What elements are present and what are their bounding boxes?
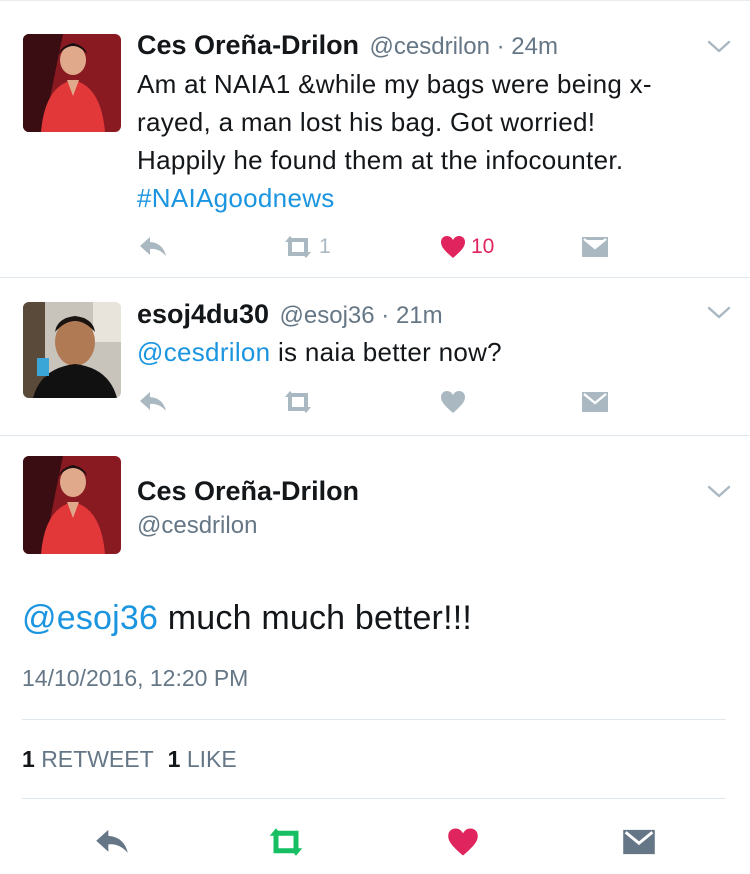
heart-icon bbox=[448, 828, 478, 856]
retweet-button[interactable] bbox=[282, 384, 314, 420]
chevron-down-icon[interactable] bbox=[706, 484, 732, 500]
username[interactable]: @esoj36 bbox=[280, 302, 375, 329]
envelope-icon bbox=[582, 392, 608, 412]
tweet-text-line: Am at NAIA1 &while my bags were being x- bbox=[137, 69, 652, 99]
direct-message-button[interactable] bbox=[622, 820, 656, 864]
tweet-text-body: is naia better now? bbox=[270, 337, 502, 367]
tweet-stats: 1 RETWEET 1 LIKE bbox=[22, 746, 237, 773]
reply-icon bbox=[140, 392, 166, 411]
mention-link[interactable]: @cesdrilon bbox=[137, 337, 270, 367]
mention-link[interactable]: @esoj36 bbox=[22, 599, 158, 637]
display-name[interactable]: Ces Oreña-Drilon bbox=[137, 476, 359, 507]
tweet-2[interactable]: esoj4du30 @esoj36 · 21m @cesdrilon is na… bbox=[0, 278, 750, 436]
chevron-down-icon[interactable] bbox=[706, 305, 732, 321]
tweet-text: Am at NAIA1 &while my bags were being x-… bbox=[137, 65, 727, 217]
envelope-icon bbox=[623, 829, 655, 855]
hashtag-link[interactable]: #NAIAgoodnews bbox=[137, 179, 727, 217]
divider bbox=[22, 798, 726, 799]
tweet-header: Ces Oreña-Drilon @cesdrilon · 24m bbox=[137, 30, 558, 61]
separator-dot: · bbox=[489, 33, 512, 60]
retweet-icon bbox=[285, 236, 311, 258]
tweet-text-body: much much better!!! bbox=[158, 599, 473, 637]
like-button[interactable] bbox=[440, 384, 466, 420]
tweet-time[interactable]: 24m bbox=[511, 33, 558, 60]
retweet-button[interactable] bbox=[266, 820, 306, 864]
focused-tweet-actions bbox=[0, 820, 750, 864]
focused-tweet: Ces Oreña-Drilon @cesdrilon @esoj36 much… bbox=[0, 436, 750, 874]
tweet-text-line: rayed, a man lost his bag. Got worried! bbox=[137, 107, 596, 137]
retweet-count: 1 bbox=[319, 235, 331, 258]
avatar-image-cesdrilon bbox=[23, 34, 121, 132]
retweet-stat-label: RETWEET bbox=[41, 746, 154, 772]
tweet-text: @esoj36 much much better!!! bbox=[22, 599, 472, 638]
heart-icon bbox=[441, 236, 465, 258]
direct-message-button[interactable] bbox=[581, 229, 609, 265]
separator-dot: · bbox=[374, 302, 396, 329]
tweet-text: @cesdrilon is naia better now? bbox=[137, 333, 727, 371]
username[interactable]: @cesdrilon bbox=[137, 512, 257, 540]
tweet-header: esoj4du30 @esoj36 · 21m bbox=[137, 299, 443, 330]
chevron-down-icon[interactable] bbox=[706, 39, 732, 55]
username[interactable]: @cesdrilon bbox=[370, 33, 490, 60]
avatar-image-cesdrilon bbox=[23, 456, 121, 554]
retweet-stat[interactable]: 1 RETWEET bbox=[22, 746, 154, 772]
retweet-icon bbox=[285, 391, 311, 413]
reply-icon bbox=[140, 237, 166, 256]
avatar[interactable] bbox=[23, 456, 121, 554]
retweet-icon bbox=[269, 828, 303, 856]
reply-button[interactable] bbox=[139, 384, 167, 420]
timestamp[interactable]: 14/10/2016, 12:20 PM bbox=[22, 665, 248, 692]
tweet-actions: 1 10 bbox=[137, 229, 617, 265]
retweet-stat-count: 1 bbox=[22, 746, 35, 772]
like-stat[interactable]: 1 LIKE bbox=[168, 746, 237, 772]
avatar[interactable] bbox=[23, 302, 121, 398]
reply-button[interactable] bbox=[139, 229, 167, 265]
reply-button[interactable] bbox=[95, 820, 129, 864]
tweet-time[interactable]: 21m bbox=[396, 302, 443, 329]
like-stat-count: 1 bbox=[167, 746, 181, 772]
envelope-icon bbox=[582, 237, 608, 257]
like-stat-label: LIKE bbox=[186, 746, 237, 772]
heart-icon bbox=[441, 391, 465, 413]
direct-message-button[interactable] bbox=[581, 384, 609, 420]
like-count: 10 bbox=[471, 235, 495, 258]
tweet-1[interactable]: Ces Oreña-Drilon @cesdrilon · 24m Am at … bbox=[0, 0, 750, 278]
divider bbox=[22, 719, 726, 720]
tweet-text-line: Happily he found them at the infocounter… bbox=[137, 145, 624, 175]
avatar[interactable] bbox=[23, 34, 121, 132]
like-button[interactable] bbox=[447, 820, 479, 864]
retweet-button[interactable]: 1 bbox=[282, 229, 331, 265]
display-name[interactable]: esoj4du30 bbox=[137, 299, 269, 329]
like-button[interactable]: 10 bbox=[440, 229, 494, 265]
tweet-actions bbox=[137, 384, 617, 420]
reply-icon bbox=[96, 829, 128, 853]
display-name[interactable]: Ces Oreña-Drilon bbox=[137, 30, 359, 60]
avatar-image-esoj36 bbox=[23, 302, 121, 398]
